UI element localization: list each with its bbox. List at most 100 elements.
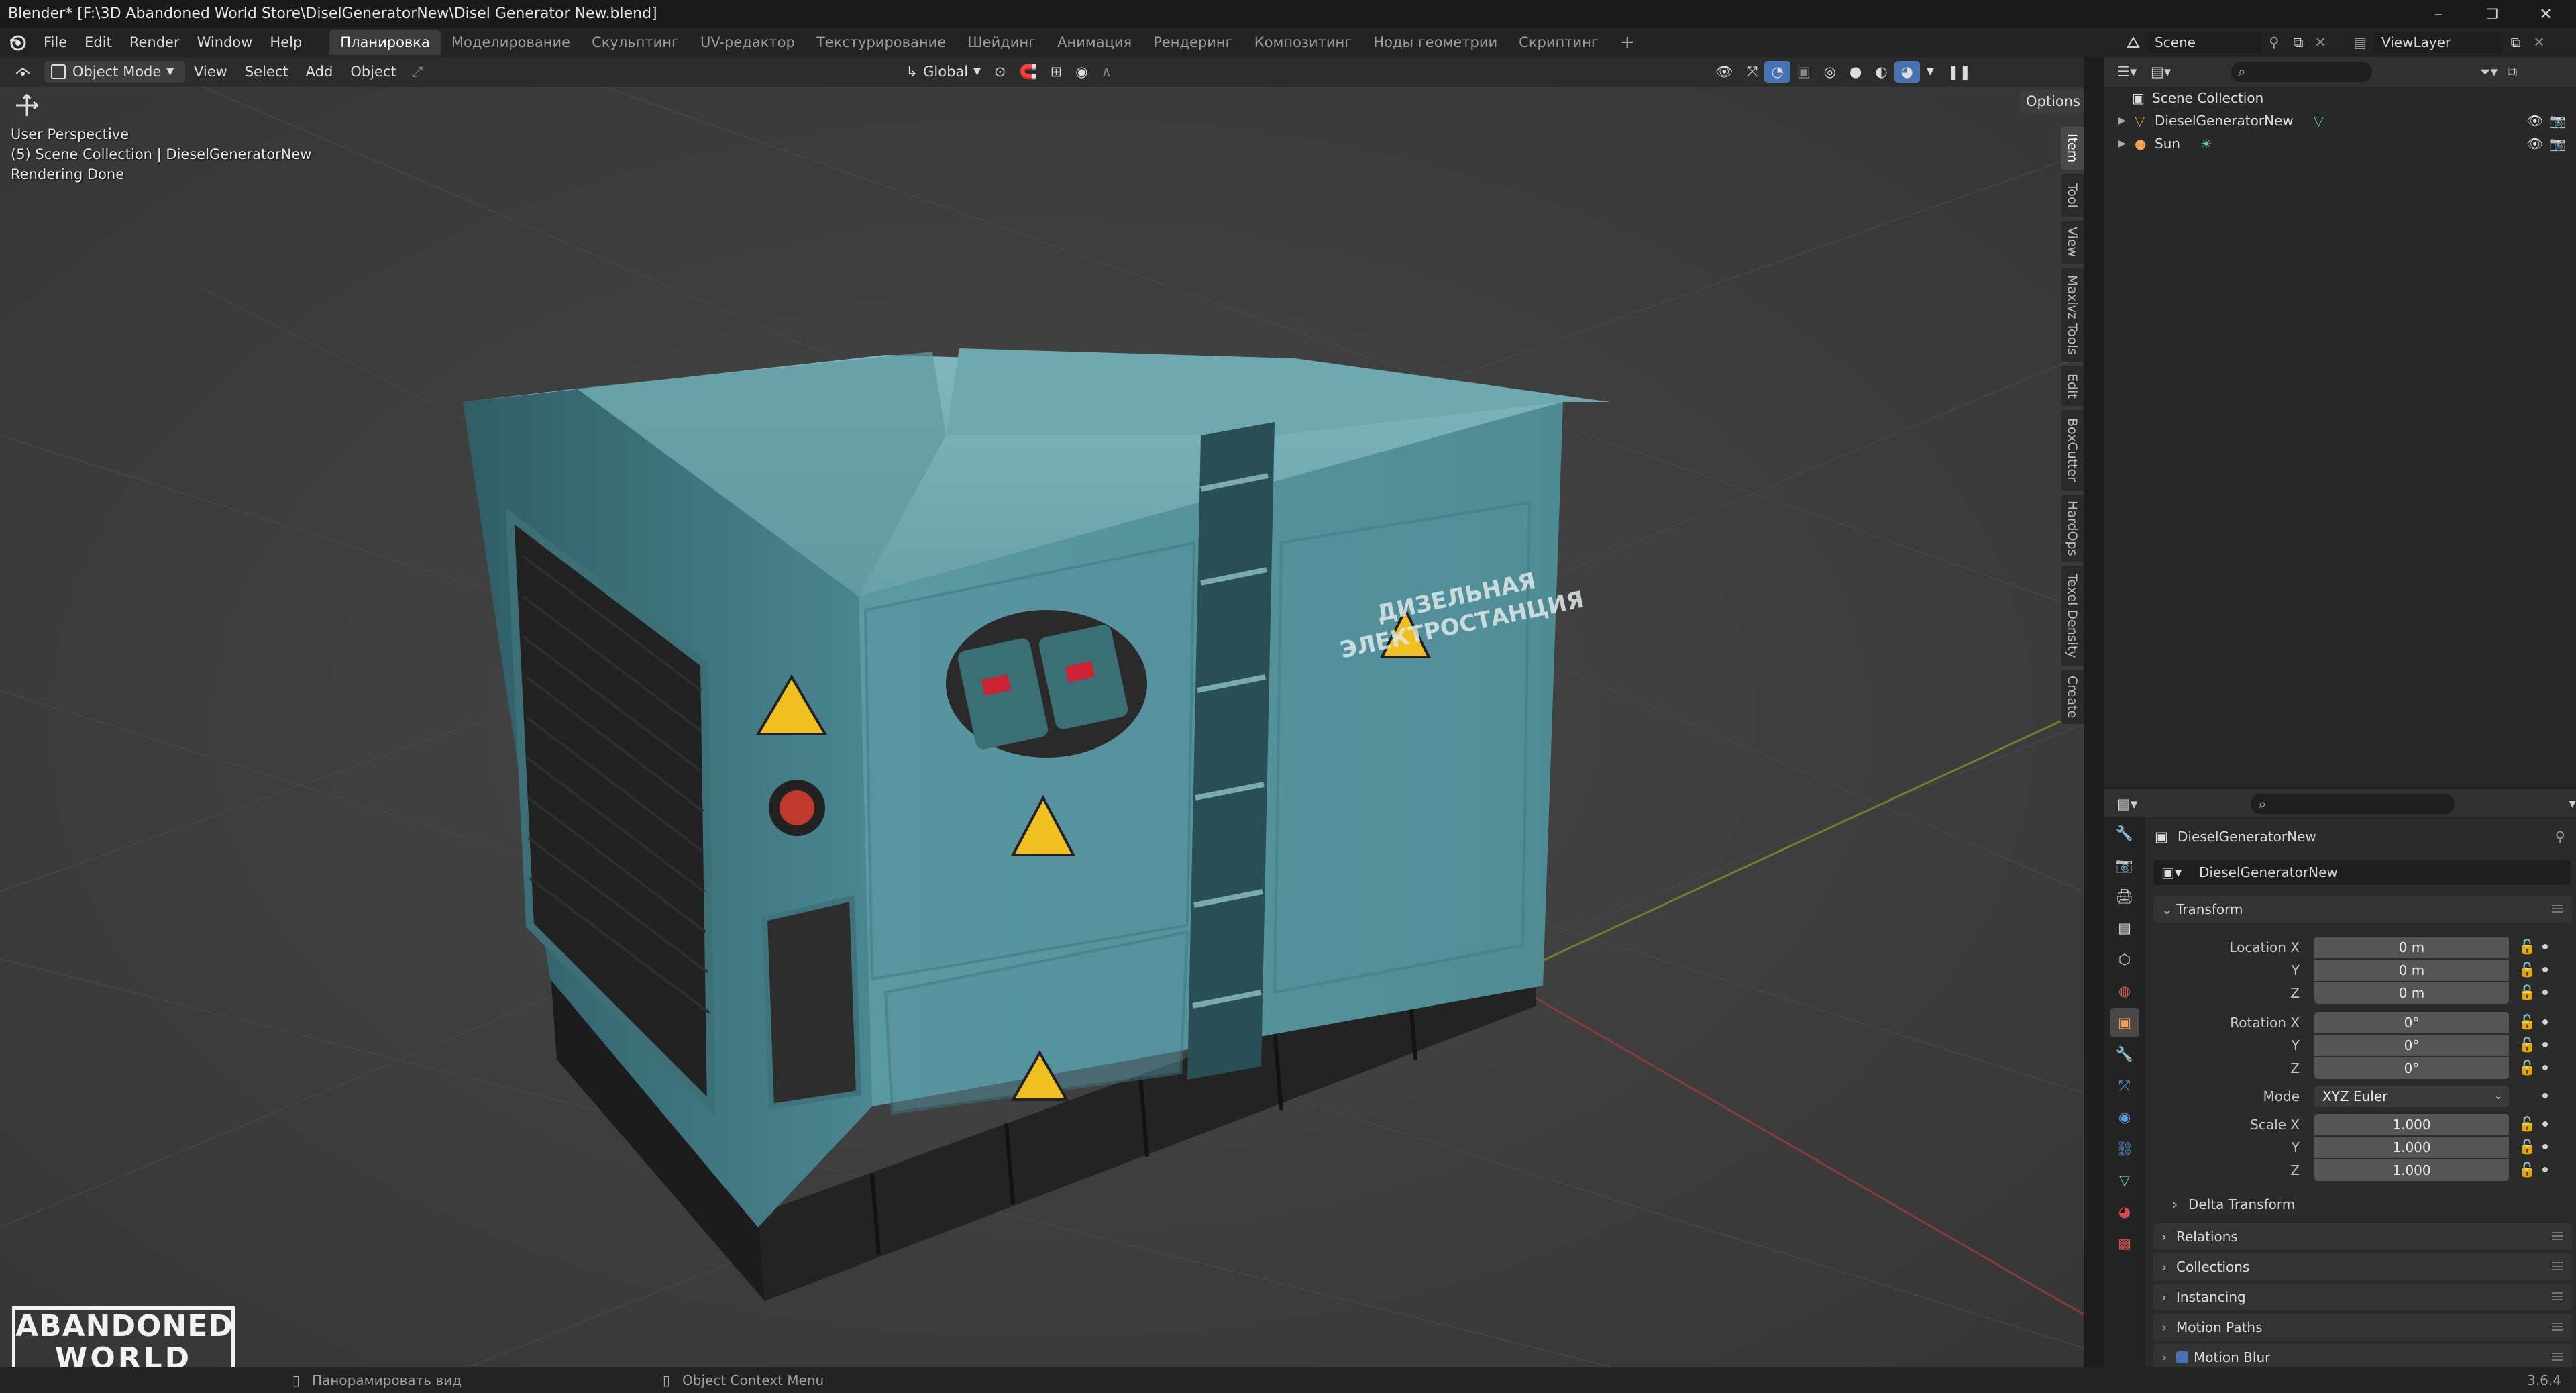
data-tab-icon[interactable]: ▽ bbox=[2110, 1166, 2139, 1195]
viewport-menu-select[interactable]: Select bbox=[236, 57, 297, 87]
visibility-eye-icon[interactable]: 👁 bbox=[2526, 109, 2543, 132]
rendered-shading-icon[interactable]: ◕ bbox=[1894, 61, 1920, 83]
keyframe-dot-icon[interactable] bbox=[2542, 1019, 2548, 1025]
pin-icon[interactable]: ⚲ bbox=[2262, 34, 2286, 50]
delta-transform-subpanel[interactable]: › Delta Transform bbox=[2172, 1192, 2295, 1217]
location-y-field[interactable]: 0 m bbox=[2314, 960, 2509, 981]
rotation-mode-select[interactable]: XYZ Euler ⌄ bbox=[2314, 1086, 2509, 1107]
editor-type-icon[interactable] bbox=[7, 61, 39, 83]
drag-handle-icon[interactable] bbox=[2552, 905, 2563, 913]
tab-uv-editing[interactable]: UV-редактор bbox=[690, 30, 806, 55]
keyframe-dot-icon[interactable] bbox=[2542, 1093, 2548, 1098]
scene-icon[interactable] bbox=[2120, 35, 2147, 50]
tool-tab-icon[interactable]: 🔧 bbox=[2110, 819, 2139, 848]
3d-viewport[interactable]: ДИЗЕЛЬНАЯ ЭЛЕКТРОСТАНЦИЯ User Perspectiv… bbox=[0, 87, 2084, 1367]
mode-selector[interactable]: Object Mode ▼ bbox=[44, 61, 185, 83]
visibility-icon[interactable]: 👁 bbox=[1709, 61, 1740, 83]
tab-scripting[interactable]: Скриптинг bbox=[1508, 30, 1609, 55]
minimize-button[interactable]: – bbox=[2415, 0, 2462, 28]
shading-options-icon[interactable]: ▼ bbox=[1920, 61, 1941, 83]
tab-compositing[interactable]: Композитинг bbox=[1244, 30, 1363, 55]
tab-modeling[interactable]: Моделирование bbox=[441, 30, 581, 55]
physics-tab-icon[interactable]: ◉ bbox=[2110, 1102, 2139, 1132]
keyframe-dot-icon[interactable] bbox=[2542, 1167, 2548, 1172]
proportional-edit-icon[interactable]: ◉ bbox=[1069, 61, 1094, 83]
menu-render[interactable]: Render bbox=[121, 28, 189, 57]
new-view-layer-icon[interactable]: ⧉ bbox=[2502, 34, 2529, 51]
motion-blur-checkbox[interactable] bbox=[2176, 1351, 2188, 1363]
close-button[interactable]: ✕ bbox=[2522, 0, 2569, 28]
lock-icon[interactable]: 🔓 bbox=[2518, 1162, 2536, 1178]
collections-panel-header[interactable]: › Collections bbox=[2153, 1253, 2572, 1280]
menu-help[interactable]: Help bbox=[261, 28, 311, 57]
particles-tab-icon[interactable]: ⤱ bbox=[2110, 1071, 2139, 1100]
lock-icon[interactable]: 🔓 bbox=[2518, 939, 2536, 956]
new-collection-icon[interactable]: ⧉ bbox=[2507, 64, 2517, 81]
outliner-row-scene-collection[interactable]: ▣ Scene Collection bbox=[2104, 87, 2576, 109]
overlays-icon[interactable]: ◔ bbox=[1764, 61, 1790, 83]
lock-icon[interactable]: 🔓 bbox=[2518, 1060, 2536, 1076]
transform-tool-icon[interactable] bbox=[13, 92, 40, 119]
filter-icon[interactable]: ⏷▾ bbox=[2479, 64, 2498, 81]
lock-icon[interactable]: 🔓 bbox=[2518, 962, 2536, 978]
options-chevron-icon[interactable]: ▼ bbox=[2569, 798, 2576, 809]
properties-editor-icon[interactable]: ▤▾ bbox=[2104, 796, 2157, 812]
view-layer-tab-icon[interactable]: ▤ bbox=[2110, 913, 2139, 943]
wireframe-shading-icon[interactable]: ◎ bbox=[1817, 61, 1843, 83]
snap-icon[interactable]: 🧲 bbox=[1013, 61, 1044, 83]
instancing-panel-header[interactable]: › Instancing bbox=[2153, 1284, 2572, 1310]
display-mode-icon[interactable]: ▤▾ bbox=[2151, 64, 2191, 80]
tab-texture-paint[interactable]: Текстурирование bbox=[806, 30, 957, 55]
material-shading-icon[interactable]: ◐ bbox=[1868, 61, 1894, 83]
texture-tab-icon[interactable]: ▩ bbox=[2110, 1229, 2139, 1258]
lock-icon[interactable]: 🔓 bbox=[2518, 1014, 2536, 1031]
sidebar-tab-edit[interactable]: Edit bbox=[2060, 366, 2084, 406]
tab-animation[interactable]: Анимация bbox=[1046, 30, 1142, 55]
pivot-point-icon[interactable]: ⊙ bbox=[987, 61, 1013, 83]
lock-icon[interactable]: 🔓 bbox=[2518, 1116, 2536, 1133]
sun-data-icon[interactable]: ☀ bbox=[2200, 132, 2212, 155]
drag-handle-icon[interactable] bbox=[2552, 1292, 2563, 1300]
sidebar-tab-hardops[interactable]: HardOps bbox=[2060, 495, 2084, 562]
outliner-editor-icon[interactable]: ☰▾ bbox=[2117, 64, 2151, 80]
render-tab-icon[interactable]: 📷 bbox=[2110, 850, 2139, 880]
tab-geometry-nodes[interactable]: Ноды геометрии bbox=[1362, 30, 1508, 55]
rotation-z-field[interactable]: 0° bbox=[2314, 1057, 2509, 1079]
outliner-row-dieselgenerator[interactable]: ▶ ▽ DieselGeneratorNew ▽ 👁 📷 bbox=[2104, 109, 2576, 132]
transform-panel-header[interactable]: ⌄ Transform bbox=[2153, 896, 2572, 923]
tab-shading[interactable]: Шейдинг bbox=[957, 30, 1046, 55]
maximize-button[interactable]: ❐ bbox=[2469, 0, 2516, 28]
drag-handle-icon[interactable] bbox=[2552, 1353, 2563, 1361]
expand-arrow-icon[interactable]: ▶ bbox=[2118, 132, 2135, 155]
sidebar-tab-boxcutter[interactable]: BoxCutter bbox=[2060, 410, 2084, 491]
scene-name-field[interactable]: Scene bbox=[2147, 32, 2262, 53]
object-datablock-field[interactable]: ▣▾ DieselGeneratorNew bbox=[2153, 860, 2571, 885]
sidebar-tab-item[interactable]: Item bbox=[2060, 127, 2084, 170]
render-camera-icon[interactable]: 📷 bbox=[2549, 109, 2566, 132]
tab-rendering[interactable]: Рендеринг bbox=[1142, 30, 1244, 55]
keyframe-dot-icon[interactable] bbox=[2542, 990, 2548, 995]
pause-render-icon[interactable]: ❚❚ bbox=[1941, 61, 1978, 83]
transform-orientation-selector[interactable]: ↳ Global ▼ bbox=[900, 61, 987, 83]
delete-view-layer-icon[interactable]: ✕ bbox=[2529, 34, 2549, 50]
drag-handle-icon[interactable] bbox=[2552, 1262, 2563, 1270]
sidebar-tab-create[interactable]: Create bbox=[2060, 670, 2084, 724]
snap-target-icon[interactable]: ⊞ bbox=[1044, 61, 1069, 83]
keyframe-dot-icon[interactable] bbox=[2542, 1042, 2548, 1047]
rotation-y-field[interactable]: 0° bbox=[2314, 1035, 2509, 1056]
viewport-menu-view[interactable]: View bbox=[185, 57, 236, 87]
outliner-search-field[interactable]: ⌕ bbox=[2231, 62, 2372, 82]
scale-y-field[interactable]: 1.000 bbox=[2314, 1137, 2509, 1158]
scene-tab-icon[interactable]: ⬡ bbox=[2110, 945, 2139, 974]
outliner-row-sun[interactable]: ▶ ● Sun ☀ 👁 📷 bbox=[2104, 132, 2576, 155]
keyframe-dot-icon[interactable] bbox=[2542, 1144, 2548, 1149]
view-layer-field[interactable]: ViewLayer bbox=[2373, 32, 2502, 53]
world-tab-icon[interactable]: ◍ bbox=[2110, 976, 2139, 1006]
sidebar-tab-maxivz-tools[interactable]: Maxivz Tools bbox=[2060, 268, 2084, 362]
gizmo-icon[interactable]: ⤧ bbox=[1740, 61, 1765, 83]
falloff-icon[interactable]: ∧ bbox=[1095, 61, 1118, 83]
options-dropdown[interactable]: Options ▼ bbox=[2019, 90, 2084, 113]
lock-icon[interactable]: 🔓 bbox=[2518, 984, 2536, 1001]
drag-handle-icon[interactable] bbox=[2552, 1323, 2563, 1331]
rotation-x-field[interactable]: 0° bbox=[2314, 1012, 2509, 1033]
